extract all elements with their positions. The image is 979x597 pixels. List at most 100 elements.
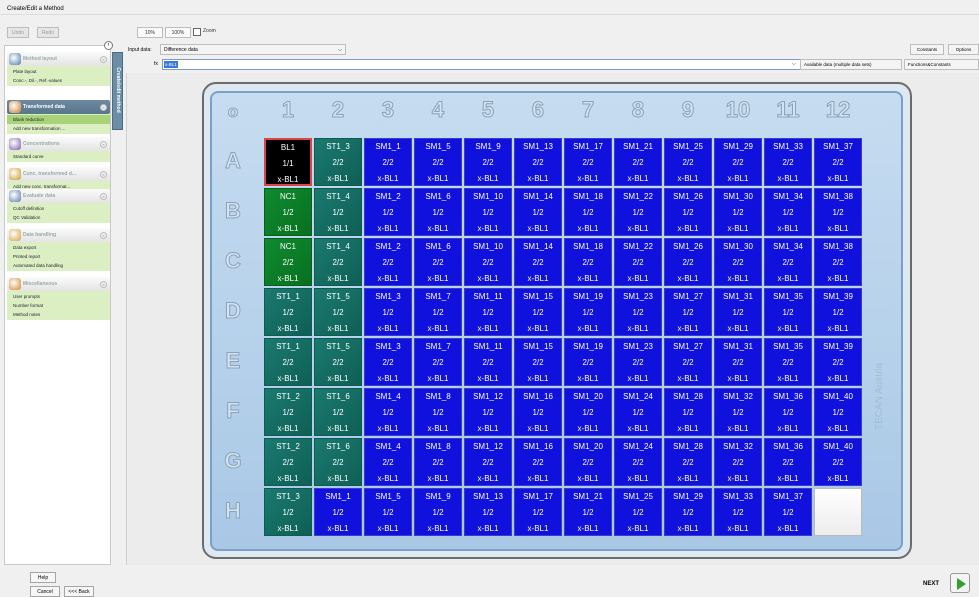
row-header-F[interactable]: F <box>215 398 251 424</box>
well-C11[interactable]: SM1_34 2/2 x-BL1 <box>764 238 812 286</box>
well-F5[interactable]: SM1_12 1/2 x-BL1 <box>464 388 512 436</box>
chevron-up-icon[interactable]: » <box>100 140 107 148</box>
well-H4[interactable]: SM1_9 1/2 x-BL1 <box>414 488 462 536</box>
column-header-6[interactable]: 6 <box>513 97 563 123</box>
back-button[interactable]: <<< Back <box>64 586 94 597</box>
well-A12[interactable]: SM1_37 2/2 x-BL1 <box>814 138 862 186</box>
help-button[interactable]: Help <box>30 572 56 583</box>
sidebar-section-header[interactable]: Transformed data » <box>7 100 110 114</box>
sidebar-item[interactable]: Automated data handling <box>7 261 110 270</box>
well-E9[interactable]: SM1_27 2/2 x-BL1 <box>664 338 712 386</box>
well-H2[interactable]: SM1_1 1/2 x-BL1 <box>314 488 362 536</box>
well-D4[interactable]: SM1_7 1/2 x-BL1 <box>414 288 462 336</box>
row-header-D[interactable]: D <box>215 298 251 324</box>
well-E12[interactable]: SM1_39 2/2 x-BL1 <box>814 338 862 386</box>
chevron-up-icon[interactable]: » <box>100 55 107 63</box>
functions-constants-select[interactable]: Functions&Constants <box>904 59 979 70</box>
well-B2[interactable]: ST1_4 1/2 x-BL1 <box>314 188 362 236</box>
well-H1[interactable]: ST1_3 1/2 x-BL1 <box>264 488 312 536</box>
well-E11[interactable]: SM1_35 2/2 x-BL1 <box>764 338 812 386</box>
well-B8[interactable]: SM1_22 1/2 x-BL1 <box>614 188 662 236</box>
well-D5[interactable]: SM1_11 1/2 x-BL1 <box>464 288 512 336</box>
options-button[interactable]: Options <box>948 44 979 55</box>
well-E4[interactable]: SM1_7 2/2 x-BL1 <box>414 338 462 386</box>
well-A3[interactable]: SM1_1 2/2 x-BL1 <box>364 138 412 186</box>
row-header-G[interactable]: G <box>215 448 251 474</box>
chevron-up-icon[interactable]: » <box>100 192 107 200</box>
well-D2[interactable]: ST1_5 1/2 x-BL1 <box>314 288 362 336</box>
well-A2[interactable]: ST1_3 2/2 x-BL1 <box>314 138 362 186</box>
row-header-A[interactable]: A <box>215 148 251 174</box>
well-G6[interactable]: SM1_16 2/2 x-BL1 <box>514 438 562 486</box>
well-C1[interactable]: NC1 2/2 x-BL1 <box>264 238 312 286</box>
column-header-11[interactable]: 11 <box>763 97 813 123</box>
sidebar-item[interactable]: Cutoff definition <box>7 204 110 213</box>
well-C3[interactable]: SM1_2 2/2 x-BL1 <box>364 238 412 286</box>
well-B10[interactable]: SM1_30 1/2 x-BL1 <box>714 188 762 236</box>
well-G2[interactable]: ST1_6 2/2 x-BL1 <box>314 438 362 486</box>
sidebar-section-header[interactable]: Method layout » <box>7 52 110 66</box>
well-B9[interactable]: SM1_26 1/2 x-BL1 <box>664 188 712 236</box>
well-D3[interactable]: SM1_3 1/2 x-BL1 <box>364 288 412 336</box>
well-A9[interactable]: SM1_25 2/2 x-BL1 <box>664 138 712 186</box>
well-F3[interactable]: SM1_4 1/2 x-BL1 <box>364 388 412 436</box>
well-A6[interactable]: SM1_13 2/2 x-BL1 <box>514 138 562 186</box>
well-F7[interactable]: SM1_20 1/2 x-BL1 <box>564 388 612 436</box>
well-H5[interactable]: SM1_13 1/2 x-BL1 <box>464 488 512 536</box>
well-G10[interactable]: SM1_32 2/2 x-BL1 <box>714 438 762 486</box>
column-header-8[interactable]: 8 <box>613 97 663 123</box>
well-B11[interactable]: SM1_34 1/2 x-BL1 <box>764 188 812 236</box>
sidebar-section-header[interactable]: Miscellaneous » <box>7 277 110 291</box>
well-H9[interactable]: SM1_29 1/2 x-BL1 <box>664 488 712 536</box>
well-H12[interactable] <box>814 488 862 536</box>
well-F10[interactable]: SM1_32 1/2 x-BL1 <box>714 388 762 436</box>
cancel-button[interactable]: Cancel <box>30 586 60 597</box>
create-edit-method-tab[interactable]: Create/edit method <box>112 52 123 130</box>
well-B5[interactable]: SM1_10 1/2 x-BL1 <box>464 188 512 236</box>
sidebar-item[interactable]: Plate layout <box>7 67 110 76</box>
well-C6[interactable]: SM1_14 2/2 x-BL1 <box>514 238 562 286</box>
column-header-12[interactable]: 12 <box>813 97 863 123</box>
sidebar-item[interactable]: Blank reduction <box>7 115 110 124</box>
sidebar-item[interactable]: QC Validation <box>7 213 110 222</box>
well-G1[interactable]: ST1_2 2/2 x-BL1 <box>264 438 312 486</box>
well-A5[interactable]: SM1_9 2/2 x-BL1 <box>464 138 512 186</box>
constants-button[interactable]: Constants <box>910 44 944 55</box>
input-data-select[interactable]: Difference data ⌵ <box>160 44 346 55</box>
well-E3[interactable]: SM1_3 2/2 x-BL1 <box>364 338 412 386</box>
well-H6[interactable]: SM1_17 1/2 x-BL1 <box>514 488 562 536</box>
column-header-9[interactable]: 9 <box>663 97 713 123</box>
row-header-B[interactable]: B <box>215 198 251 224</box>
sidebar-item[interactable]: Data export <box>7 243 110 252</box>
well-B1[interactable]: NC1 1/2 x-BL1 <box>264 188 312 236</box>
well-G5[interactable]: SM1_12 2/2 x-BL1 <box>464 438 512 486</box>
well-H11[interactable]: SM1_37 1/2 x-BL1 <box>764 488 812 536</box>
well-D7[interactable]: SM1_19 1/2 x-BL1 <box>564 288 612 336</box>
well-G9[interactable]: SM1_28 2/2 x-BL1 <box>664 438 712 486</box>
well-B4[interactable]: SM1_6 1/2 x-BL1 <box>414 188 462 236</box>
well-G11[interactable]: SM1_36 2/2 x-BL1 <box>764 438 812 486</box>
sidebar-section-header[interactable]: Concentrations » <box>7 137 110 151</box>
column-header-4[interactable]: 4 <box>413 97 463 123</box>
well-A11[interactable]: SM1_33 2/2 x-BL1 <box>764 138 812 186</box>
chevron-up-icon[interactable]: » <box>100 103 107 111</box>
well-B3[interactable]: SM1_2 1/2 x-BL1 <box>364 188 412 236</box>
formula-dropdown-icon[interactable]: ⌵ <box>792 61 796 67</box>
well-G7[interactable]: SM1_20 2/2 x-BL1 <box>564 438 612 486</box>
column-header-10[interactable]: 10 <box>713 97 763 123</box>
well-B6[interactable]: SM1_14 1/2 x-BL1 <box>514 188 562 236</box>
well-F1[interactable]: ST1_2 1/2 x-BL1 <box>264 388 312 436</box>
well-A10[interactable]: SM1_29 2/2 x-BL1 <box>714 138 762 186</box>
well-E7[interactable]: SM1_19 2/2 x-BL1 <box>564 338 612 386</box>
undo-button[interactable]: Undo <box>7 27 29 38</box>
well-F12[interactable]: SM1_40 1/2 x-BL1 <box>814 388 862 436</box>
well-A1[interactable]: BL1 1/1 x-BL1 <box>264 138 312 186</box>
well-D1[interactable]: ST1_1 1/2 x-BL1 <box>264 288 312 336</box>
well-D11[interactable]: SM1_35 1/2 x-BL1 <box>764 288 812 336</box>
well-F6[interactable]: SM1_16 1/2 x-BL1 <box>514 388 562 436</box>
well-E5[interactable]: SM1_11 2/2 x-BL1 <box>464 338 512 386</box>
sidebar-item[interactable]: Conc.-, Dil.-, Ref.-values <box>7 76 110 85</box>
well-C9[interactable]: SM1_26 2/2 x-BL1 <box>664 238 712 286</box>
well-G8[interactable]: SM1_24 2/2 x-BL1 <box>614 438 662 486</box>
column-header-7[interactable]: 7 <box>563 97 613 123</box>
